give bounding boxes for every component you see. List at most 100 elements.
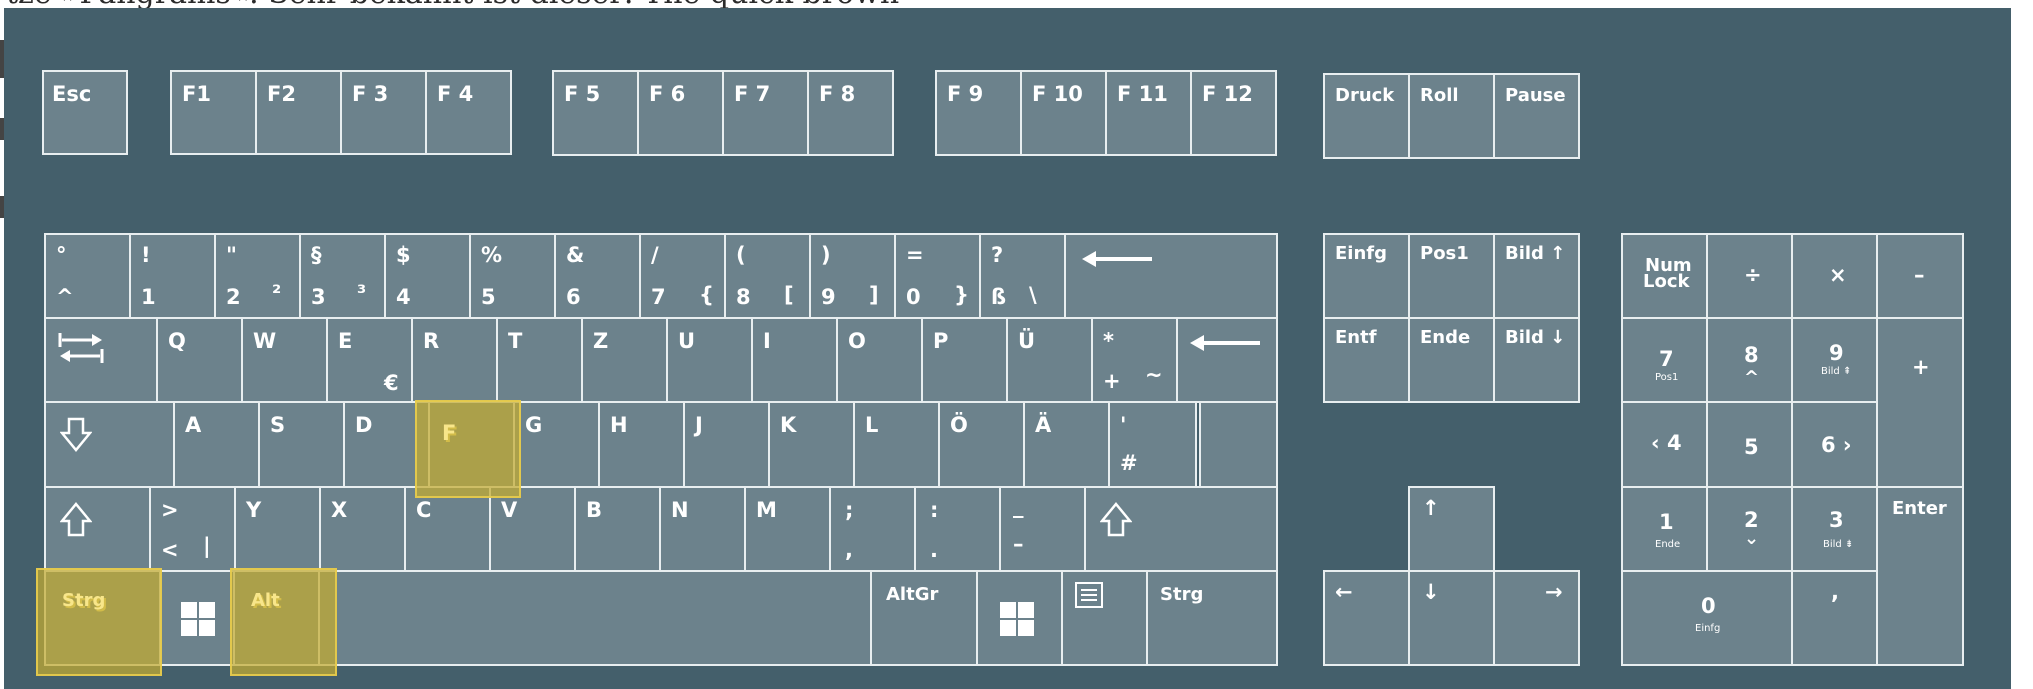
key-4[interactable]: $ 4 xyxy=(384,233,471,319)
key-num-1[interactable]: 1 Ende xyxy=(1621,486,1708,572)
key-num-6[interactable]: 6 › xyxy=(1791,401,1878,488)
key-entf[interactable]: Entf xyxy=(1323,317,1410,403)
key-z[interactable]: Z xyxy=(581,317,668,403)
key-num-multiply[interactable]: × xyxy=(1791,233,1878,319)
key-num-3[interactable]: 3 Bild ⇟ xyxy=(1791,486,1878,572)
key-num-2[interactable]: 2 ⌄ xyxy=(1706,486,1793,572)
key-a[interactable]: A xyxy=(173,401,260,488)
key-0[interactable]: = 0 } xyxy=(894,233,981,319)
key-arrow-down[interactable]: ↓ xyxy=(1408,570,1495,666)
key-num-0[interactable]: 0 Einfg xyxy=(1621,570,1793,666)
key-j[interactable]: J xyxy=(683,401,770,488)
key-f4[interactable]: F 4 xyxy=(425,70,512,155)
key-k[interactable]: K xyxy=(768,401,855,488)
key-ctrl-right[interactable]: Strg xyxy=(1146,570,1278,666)
key-einfg[interactable]: Einfg xyxy=(1323,233,1410,319)
key-9[interactable]: ) 9 ] xyxy=(809,233,896,319)
key-pause[interactable]: Pause xyxy=(1493,73,1580,159)
key-esc[interactable]: Esc xyxy=(42,70,128,155)
key-arrow-up[interactable]: ↑ xyxy=(1408,486,1495,572)
key-sz[interactable]: ? ß \ xyxy=(979,233,1066,319)
key-f3[interactable]: F 3 xyxy=(340,70,427,155)
key-num-divide[interactable]: ÷ xyxy=(1706,233,1793,319)
key-druck[interactable]: Druck xyxy=(1323,73,1410,159)
key-capslock[interactable] xyxy=(44,401,175,488)
key-win-left[interactable] xyxy=(159,570,235,666)
key-p[interactable]: P xyxy=(921,317,1008,403)
key-shift-left[interactable] xyxy=(44,486,151,572)
key-x[interactable]: X xyxy=(319,486,406,572)
key-num-enter[interactable]: Enter xyxy=(1876,486,1964,666)
key-pos1[interactable]: Pos1 xyxy=(1408,233,1495,319)
key-win-right[interactable] xyxy=(976,570,1063,666)
key-num-plus[interactable]: + xyxy=(1876,317,1964,488)
key-num-8[interactable]: 8 ^ xyxy=(1706,317,1793,403)
key-roll[interactable]: Roll xyxy=(1408,73,1495,159)
key-q[interactable]: Q xyxy=(156,317,243,403)
key-arrow-left[interactable]: ← xyxy=(1323,570,1410,666)
key-n[interactable]: N xyxy=(659,486,746,572)
key-u[interactable]: U xyxy=(666,317,753,403)
key-2[interactable]: " 2 ² xyxy=(214,233,301,319)
key-m[interactable]: M xyxy=(744,486,831,572)
key-f2[interactable]: F2 xyxy=(255,70,342,155)
key-period[interactable]: : . xyxy=(914,486,1001,572)
key-f9[interactable]: F 9 xyxy=(935,70,1022,156)
key-f10[interactable]: F 10 xyxy=(1020,70,1107,156)
key-f11[interactable]: F 11 xyxy=(1105,70,1192,156)
key-comma[interactable]: ; , xyxy=(829,486,916,572)
key-shift-right[interactable] xyxy=(1084,486,1278,572)
key-oe[interactable]: Ö xyxy=(938,401,1025,488)
key-enter[interactable] xyxy=(1176,317,1278,403)
key-v[interactable]: V xyxy=(489,486,576,572)
key-l[interactable]: L xyxy=(853,401,940,488)
key-num-comma[interactable]: , xyxy=(1791,570,1878,666)
key-altgr[interactable]: AltGr xyxy=(870,570,978,666)
key-t[interactable]: T xyxy=(496,317,583,403)
key-g[interactable]: G xyxy=(513,401,600,488)
key-pagedown[interactable]: Bild ↓ xyxy=(1493,317,1580,403)
key-7[interactable]: / 7 { xyxy=(639,233,726,319)
key-space[interactable] xyxy=(318,570,872,666)
key-s[interactable]: S xyxy=(258,401,345,488)
key-e[interactable]: E € xyxy=(326,317,413,403)
key-6[interactable]: & 6 xyxy=(554,233,641,319)
key-3[interactable]: § 3 ³ xyxy=(299,233,386,319)
key-b[interactable]: B xyxy=(574,486,661,572)
key-enter-lower[interactable] xyxy=(1199,401,1278,488)
key-angle[interactable]: > < | xyxy=(149,486,236,572)
key-hash[interactable]: ' # xyxy=(1108,401,1197,488)
key-num-4[interactable]: ‹ 4 xyxy=(1621,401,1708,488)
key-f1[interactable]: F1 xyxy=(170,70,257,155)
key-ende[interactable]: Ende xyxy=(1408,317,1495,403)
key-num-minus[interactable]: – xyxy=(1876,233,1964,319)
key-f7[interactable]: F 7 xyxy=(722,70,809,156)
key-plus[interactable]: * + ~ xyxy=(1091,317,1178,403)
key-menu[interactable] xyxy=(1061,570,1148,666)
key-w[interactable]: W xyxy=(241,317,328,403)
key-o[interactable]: O xyxy=(836,317,923,403)
key-y[interactable]: Y xyxy=(234,486,321,572)
key-circumflex[interactable]: ° ^ xyxy=(44,233,131,319)
key-f8[interactable]: F 8 xyxy=(807,70,894,156)
key-r[interactable]: R xyxy=(411,317,498,403)
key-5[interactable]: % 5 xyxy=(469,233,556,319)
key-c[interactable]: C xyxy=(404,486,491,572)
key-1[interactable]: ! 1 xyxy=(129,233,216,319)
key-num-9[interactable]: 9 Bild ⇞ xyxy=(1791,317,1878,403)
key-minus[interactable]: _ – xyxy=(999,486,1086,572)
key-num-5[interactable]: 5 xyxy=(1706,401,1793,488)
key-num-7[interactable]: 7 Pos1 xyxy=(1621,317,1708,403)
key-pageup[interactable]: Bild ↑ xyxy=(1493,233,1580,319)
key-ue[interactable]: Ü xyxy=(1006,317,1093,403)
key-arrow-right[interactable]: → xyxy=(1493,570,1580,666)
key-f12[interactable]: F 12 xyxy=(1190,70,1277,156)
key-numlock[interactable]: Num Lock xyxy=(1621,233,1708,319)
key-h[interactable]: H xyxy=(598,401,685,488)
key-ae[interactable]: Ä xyxy=(1023,401,1110,488)
key-tab[interactable] xyxy=(44,317,158,403)
key-f5[interactable]: F 5 xyxy=(552,70,639,156)
key-i[interactable]: I xyxy=(751,317,838,403)
key-backspace[interactable] xyxy=(1064,233,1278,319)
key-8[interactable]: ( 8 [ xyxy=(724,233,811,319)
